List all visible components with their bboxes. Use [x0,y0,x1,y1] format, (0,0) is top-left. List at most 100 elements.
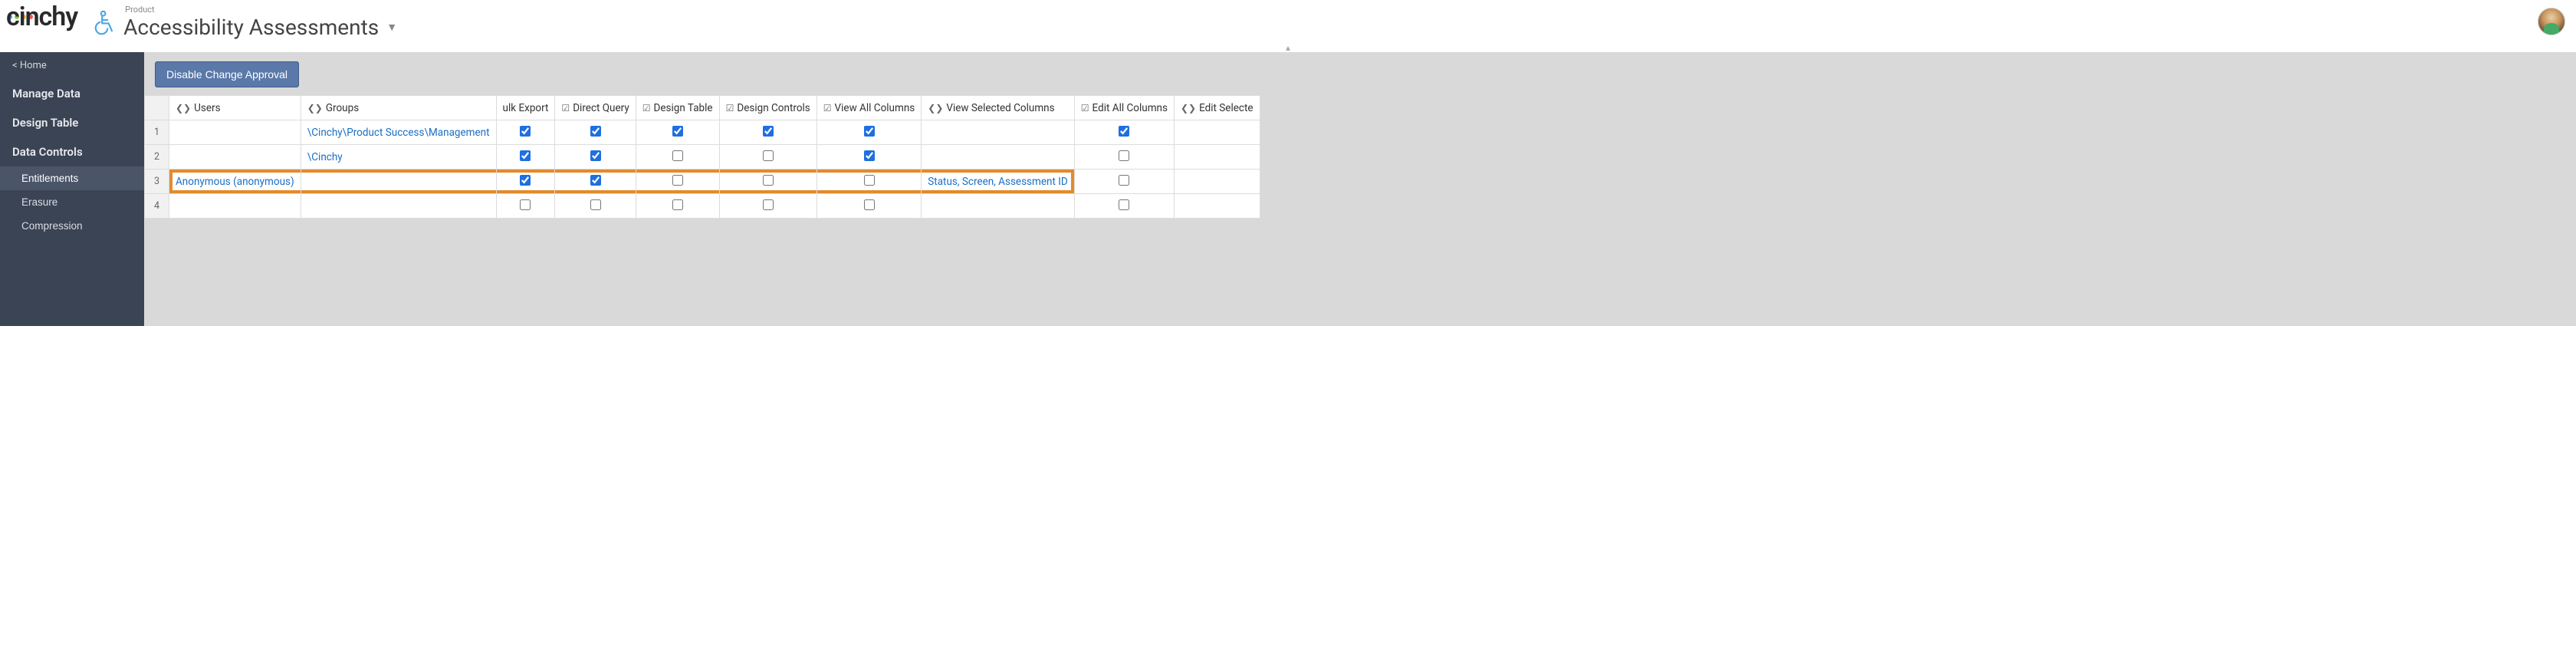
table-row[interactable]: 1 \Cinchy\Product Success\Management [145,120,1260,145]
cell-groups[interactable]: \Cinchy [307,151,343,163]
cell-users[interactable] [169,120,301,145]
collapse-header-icon[interactable]: ▴ [0,43,2576,52]
cell-view-selected-columns[interactable]: Status, Screen, Assessment ID [922,170,1075,194]
permission-checkbox[interactable] [1119,126,1129,137]
cell-edit-all-columns[interactable] [1074,120,1174,145]
sidebar-section-manage-data[interactable]: Manage Data [0,79,144,108]
main-content: Disable Change Approval ❮❯Users ❮❯Groups… [144,52,2576,326]
permission-checkbox[interactable] [763,175,774,186]
permission-checkbox[interactable] [763,199,774,210]
permission-checkbox[interactable] [520,175,531,186]
table-row[interactable]: 3 Anonymous (anonymous) Status, Screen, As… [145,170,1260,194]
cell-view-all-columns[interactable] [816,194,922,219]
sidebar-item-compression[interactable]: Compression [0,214,144,238]
cell-groups[interactable] [301,170,496,194]
col-header-view-selected-columns[interactable]: ❮❯View Selected Columns [922,96,1075,120]
cell-view-all-columns[interactable] [816,170,922,194]
col-header-groups[interactable]: ❮❯Groups [301,96,496,120]
sidebar-item-entitlements[interactable]: Entitlements [0,166,144,190]
sidebar-section-data-controls[interactable]: Data Controls [0,137,144,166]
cell-view-all-columns[interactable] [816,120,922,145]
cell-direct-query[interactable] [555,120,636,145]
permission-checkbox[interactable] [864,150,875,161]
table-row[interactable]: 2 \Cinchy [145,145,1260,170]
permission-checkbox[interactable] [864,199,875,210]
cell-groups[interactable] [301,194,496,219]
col-header-view-all-columns[interactable]: ☑View All Columns [816,96,922,120]
col-header-design-table[interactable]: ☑Design Table [636,96,719,120]
cell-view-selected-columns[interactable] [922,120,1075,145]
cell-edit-all-columns[interactable] [1074,194,1174,219]
permission-checkbox[interactable] [590,150,601,161]
permission-checkbox[interactable] [1119,175,1129,186]
cell-bulk-export[interactable] [496,120,555,145]
brand-logo[interactable]: cinchy [6,15,77,30]
cell-direct-query[interactable] [555,194,636,219]
permission-checkbox[interactable] [864,126,875,137]
cell-edit-selected[interactable] [1174,170,1260,194]
cell-edit-all-columns[interactable] [1074,170,1174,194]
permission-checkbox[interactable] [1119,199,1129,210]
permission-checkbox[interactable] [520,126,531,137]
sidebar-section-design-table[interactable]: Design Table [0,108,144,137]
cell-bulk-export[interactable] [496,194,555,219]
row-number[interactable]: 2 [145,145,169,170]
cell-users[interactable] [169,194,301,219]
permission-checkbox[interactable] [590,175,601,186]
cell-edit-selected[interactable] [1174,120,1260,145]
col-header-bulk-export[interactable]: ulk Export [496,96,555,120]
permission-checkbox[interactable] [672,126,683,137]
permission-checkbox[interactable] [1119,150,1129,161]
permission-checkbox[interactable] [672,150,683,161]
cell-view-selected-columns[interactable] [922,194,1075,219]
cell-groups[interactable]: \Cinchy\Product Success\Management [301,120,496,145]
cell-design-controls[interactable] [719,194,816,219]
cell-edit-selected[interactable] [1174,194,1260,219]
cell-direct-query[interactable] [555,145,636,170]
permission-checkbox[interactable] [672,199,683,210]
cell-view-selected-columns[interactable] [922,145,1075,170]
breadcrumb[interactable]: Product [123,5,397,15]
permission-checkbox[interactable] [864,175,875,186]
permission-checkbox[interactable] [520,199,531,210]
cell-design-controls[interactable] [719,170,816,194]
cell-users[interactable] [169,145,301,170]
cell-bulk-export[interactable] [496,170,555,194]
col-header-design-controls[interactable]: ☑Design Controls [719,96,816,120]
row-number[interactable]: 3 [145,170,169,194]
table-row[interactable]: 4 [145,194,1260,219]
permission-checkbox[interactable] [520,150,531,161]
col-header-users[interactable]: ❮❯Users [169,96,301,120]
permission-checkbox[interactable] [590,126,601,137]
sidebar-item-erasure[interactable]: Erasure [0,190,144,214]
cell-design-controls[interactable] [719,120,816,145]
disable-change-approval-button[interactable]: Disable Change Approval [155,61,299,87]
cell-design-table[interactable] [636,194,719,219]
col-header-edit-all-columns[interactable]: ☑Edit All Columns [1074,96,1174,120]
user-avatar[interactable] [2538,8,2565,35]
cell-view-selected-columns[interactable]: Status, Screen, Assessment ID [928,176,1068,188]
cell-design-table[interactable] [636,170,719,194]
cell-users[interactable]: Anonymous (anonymous) [169,170,301,194]
permission-checkbox[interactable] [590,199,601,210]
row-number[interactable]: 4 [145,194,169,219]
cell-edit-all-columns[interactable] [1074,145,1174,170]
sidebar-home-link[interactable]: < Home [0,52,144,79]
row-number[interactable]: 1 [145,120,169,145]
permission-checkbox[interactable] [763,126,774,137]
cell-bulk-export[interactable] [496,145,555,170]
cell-users[interactable]: Anonymous (anonymous) [176,176,294,188]
title-dropdown-icon[interactable]: ▼ [386,21,397,34]
cell-design-controls[interactable] [719,145,816,170]
cell-edit-selected[interactable] [1174,145,1260,170]
cell-direct-query[interactable] [555,170,636,194]
cell-groups[interactable]: \Cinchy [301,145,496,170]
permission-checkbox[interactable] [763,150,774,161]
cell-design-table[interactable] [636,120,719,145]
permission-checkbox[interactable] [672,175,683,186]
col-header-edit-selected[interactable]: ❮❯Edit Selecte [1174,96,1260,120]
col-header-direct-query[interactable]: ☑Direct Query [555,96,636,120]
cell-design-table[interactable] [636,145,719,170]
cell-groups[interactable]: \Cinchy\Product Success\Management [307,127,490,139]
cell-view-all-columns[interactable] [816,145,922,170]
